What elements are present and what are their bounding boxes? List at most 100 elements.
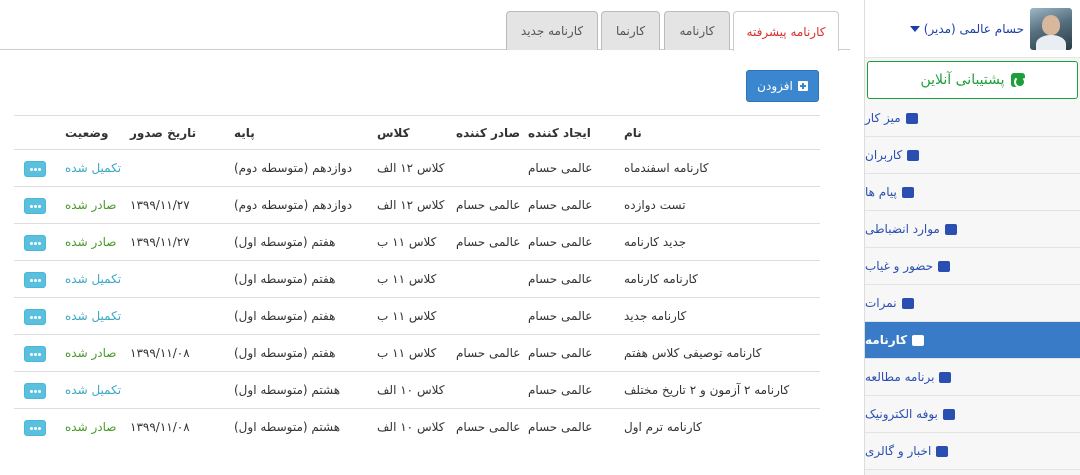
caret-down-icon (909, 25, 920, 32)
cell-name: کارنامه جدید (624, 309, 687, 323)
cell-issuer: عالمی حسام (456, 420, 521, 434)
film-icon (936, 445, 949, 457)
ellipsis-icon (30, 316, 33, 319)
cell-issuer: عالمی حسام (456, 346, 521, 360)
cell-class: کلاس ۱۱ ب (377, 309, 437, 323)
ellipsis-icon (30, 168, 33, 171)
sidebar-item-10[interactable]: اخبار و گالری (865, 433, 1080, 470)
ellipsis-icon (38, 353, 41, 356)
table-row: کارنامه جدید عالمی حسام کلاس ۱۱ ب هفتم (متو… (14, 297, 820, 334)
sidebar-item-6[interactable]: نمرات (865, 285, 1080, 322)
cell-name: کارنامه توصیفی کلاس هفتم (624, 346, 762, 360)
online-support-button[interactable]: پشتیبانی آنلاین (867, 61, 1078, 99)
sidebar-item-label: اخبار و گالری (865, 444, 932, 458)
sidebar-item-9[interactable]: بوفه الکترونیک (865, 396, 1080, 433)
cell-grade: هفتم (متوسطه اول) (234, 235, 336, 249)
cell-name: کارنامه کارنامه (624, 272, 698, 286)
header-creator: ایجاد کننده (528, 125, 591, 140)
sidebar-item-8[interactable]: برنامه مطالعه (865, 359, 1080, 396)
home-icon (905, 112, 918, 124)
ellipsis-icon (38, 390, 41, 393)
cell-issuer (456, 150, 528, 186)
ellipsis-icon (30, 205, 33, 208)
cell-name: کارنامه اسفندماه (624, 161, 709, 175)
user-menu-toggle[interactable]: حسام عالمی (مدیر) (909, 21, 1024, 36)
sidebar-item-label: کاربران (865, 148, 903, 162)
cell-class: کلاس ۱۲ الف (377, 161, 445, 175)
cell-issuer: عالمی حسام (456, 235, 521, 249)
cell-issue-date: ۱۳۹۹/۱۱/۲۷ (130, 235, 190, 249)
row-actions-button[interactable] (24, 309, 46, 325)
cell-creator: عالمی حسام (528, 235, 593, 249)
cell-status: تکمیل شده (65, 309, 122, 323)
cell-creator: عالمی حسام (528, 161, 593, 175)
cell-grade: دوازدهم (متوسطه دوم) (234, 161, 353, 175)
ellipsis-icon (38, 205, 41, 208)
cell-class: کلاس ۱۲ الف (377, 198, 445, 212)
whatsapp-icon (1010, 73, 1026, 88)
cell-issue-date (130, 298, 210, 334)
sidebar-item-label: بوفه الکترونیک (865, 407, 938, 421)
cell-grade: هفتم (متوسطه اول) (234, 272, 336, 286)
cell-issue-date (130, 150, 210, 186)
cutlery-icon (942, 408, 955, 420)
user-name: حسام عالمی (مدیر) (923, 21, 1024, 36)
tab-karnama[interactable]: کارنما (601, 11, 660, 50)
plus-icon (797, 81, 808, 91)
row-actions-button[interactable] (24, 272, 46, 288)
sidebar-item-label: میز کار (865, 111, 901, 125)
sidebar-item-label: موارد انضباطی (865, 222, 940, 236)
row-actions-button[interactable] (24, 161, 46, 177)
cell-creator: عالمی حسام (528, 383, 593, 397)
table-row: جدید کارنامه عالمی حسام عالمی حسام کلاس ۱۱ … (14, 223, 820, 260)
user-profile[interactable]: حسام عالمی (مدیر) (865, 0, 1080, 58)
cell-grade: هشتم (متوسطه اول) (234, 420, 341, 434)
cell-issuer (456, 261, 528, 297)
cell-class: کلاس ۱۱ ب (377, 272, 437, 286)
ellipsis-icon (38, 427, 41, 430)
cell-creator: عالمی حسام (528, 272, 593, 286)
ellipsis-icon (34, 316, 37, 319)
cell-issue-date (130, 261, 210, 297)
cell-creator: عالمی حسام (528, 346, 593, 360)
list-icon (912, 334, 925, 346)
sidebar-item-1[interactable]: میز کار (865, 100, 1080, 137)
cell-grade: دوازدهم (متوسطه دوم) (234, 198, 353, 212)
row-actions-button[interactable] (24, 346, 46, 362)
header-status: وضعیت (65, 125, 109, 140)
users-icon (938, 260, 951, 272)
row-actions-button[interactable] (24, 383, 46, 399)
sidebar-item-3[interactable]: پیام ها (865, 174, 1080, 211)
header-issue-date: تاریخ صدور (130, 125, 197, 140)
row-actions-button[interactable] (24, 420, 46, 436)
sidebar-item-2[interactable]: کاربران (865, 137, 1080, 174)
row-actions-button[interactable] (24, 198, 46, 214)
cell-grade: هفتم (متوسطه اول) (234, 309, 336, 323)
sidebar-item-4[interactable]: موارد انضباطی (865, 211, 1080, 248)
cell-issuer (456, 372, 528, 408)
cell-grade: هفتم (متوسطه اول) (234, 346, 336, 360)
cell-issue-date: ۱۳۹۹/۱۱/۲۷ (130, 198, 190, 212)
add-button[interactable]: افزودن (746, 70, 819, 102)
avatar (1030, 7, 1072, 50)
sidebar-item-5[interactable]: حضور و غیاب (865, 248, 1080, 285)
row-actions-button[interactable] (24, 235, 46, 251)
ellipsis-icon (34, 205, 37, 208)
sidebar-item-label: نمرات (865, 296, 897, 310)
cell-issue-date: ۱۳۹۹/۱۱/۰۸ (130, 346, 190, 360)
header-grade: پایه (234, 125, 255, 140)
cell-class: کلاس ۱۱ ب (377, 346, 437, 360)
sidebar-item-7[interactable]: کارنامه (865, 322, 1080, 359)
ellipsis-icon (38, 168, 41, 171)
ellipsis-icon (34, 168, 37, 171)
cell-class: کلاس ۱۱ ب (377, 235, 437, 249)
tab-advanced-report-card[interactable]: کارنامه پیشرفته (733, 11, 839, 51)
table-row: کارنامه ترم اول عالمی حسام عالمی حسام کلاس … (14, 408, 820, 445)
tab-report-card[interactable]: کارنامه (664, 11, 730, 50)
tab-new-report-card[interactable]: کارنامه جدید (506, 11, 598, 50)
cell-name: کارنامه ترم اول (624, 420, 702, 434)
ellipsis-icon (38, 242, 41, 245)
sidebar-item-label: حضور و غیاب (865, 259, 934, 273)
cell-issue-date (130, 372, 210, 408)
table-row: کارنامه توصیفی کلاس هفتم عالمی حسام عالمی … (14, 334, 820, 371)
